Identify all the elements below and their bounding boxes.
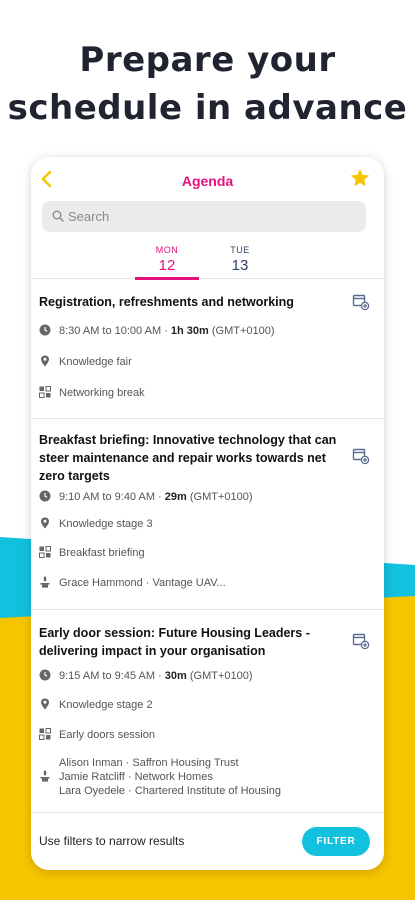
filter-button[interactable]: FILTER: [302, 827, 370, 856]
promo-headline: Prepare your schedule in advance: [0, 36, 415, 132]
speaker-line: Lara Oyedele · Chartered Institute of Ho…: [59, 785, 281, 797]
type-text: Networking break: [59, 387, 145, 399]
speaker-line: Jamie Ratcliff · Network Homes: [59, 771, 213, 783]
speaker-line: Alison Inman · Saffron Housing Trust: [59, 757, 239, 769]
location-text: Knowledge fair: [59, 356, 132, 368]
session-title: Early door session: Future Housing Leade…: [39, 626, 310, 658]
duration: 29m: [164, 491, 187, 503]
time-range: 9:10 AM to 9:40 AM ·: [59, 491, 165, 503]
speaker-podium-icon: [40, 576, 50, 588]
phone-screen: Agenda MON 12 TUE 13 Registration, refre…: [31, 157, 384, 870]
favourite-button[interactable]: [348, 167, 372, 191]
time-range: 8:30 AM to 10:00 AM ·: [59, 325, 171, 337]
clock-icon: [39, 324, 51, 336]
top-bar: Agenda: [31, 157, 384, 201]
page-title: Agenda: [181, 173, 234, 189]
search-bar[interactable]: [42, 201, 366, 232]
type-text: Breakfast briefing: [59, 547, 145, 559]
calendar-add-icon: [352, 633, 370, 650]
location-pin-icon: [41, 517, 49, 529]
timezone: (GMT+0100): [186, 491, 253, 503]
headline-line-1: Prepare your: [79, 40, 336, 80]
session-type-icon: [39, 728, 51, 740]
duration: 1h 30m: [170, 325, 209, 337]
day-tabs: MON 12 TUE 13: [31, 243, 384, 280]
filter-hint: Use filters to narrow results: [39, 834, 185, 848]
tab-day-label: MON: [155, 245, 179, 255]
session-speakers: Alison Inman · Saffron Housing Trust Jam…: [39, 756, 359, 798]
tab-date-label: 13: [231, 257, 249, 274]
calendar-add-icon: [352, 294, 370, 311]
divider: [31, 609, 384, 610]
add-to-calendar-button[interactable]: [352, 293, 370, 311]
speaker-line: Grace Hammond · Vantage UAV...: [59, 577, 226, 589]
filter-footer: Use filters to narrow results FILTER: [31, 812, 384, 870]
timezone: (GMT+0100): [186, 670, 253, 682]
duration: 30m: [164, 670, 187, 682]
location-pin-icon: [41, 698, 49, 710]
add-to-calendar-button[interactable]: [352, 632, 370, 650]
time-range: 9:15 AM to 9:45 AM ·: [59, 670, 165, 682]
calendar-add-icon: [352, 448, 370, 465]
tab-mon-12[interactable]: MON 12: [135, 243, 199, 280]
star-icon: [350, 168, 370, 187]
session-type-icon: [39, 546, 51, 558]
add-to-calendar-button[interactable]: [352, 447, 370, 465]
location-text: Knowledge stage 3: [59, 518, 153, 530]
tab-tue-13[interactable]: TUE 13: [208, 243, 272, 279]
speaker-podium-icon: [40, 770, 50, 782]
location-text: Knowledge stage 2: [59, 699, 153, 711]
session-type-icon: [39, 386, 51, 398]
type-text: Early doors session: [59, 729, 155, 741]
tab-day-label: TUE: [230, 245, 250, 255]
session-title: Breakfast briefing: Innovative technolog…: [39, 433, 337, 483]
clock-icon: [39, 669, 51, 681]
clock-icon: [39, 490, 51, 502]
headline-line-2: schedule in advance: [7, 88, 408, 128]
location-pin-icon: [41, 355, 49, 367]
search-input[interactable]: [68, 201, 358, 232]
divider: [31, 418, 384, 419]
tab-date-label: 12: [158, 257, 176, 274]
timezone: (GMT+0100): [208, 325, 275, 337]
search-icon: [52, 210, 64, 222]
session-title: Registration, refreshments and networkin…: [39, 295, 294, 309]
